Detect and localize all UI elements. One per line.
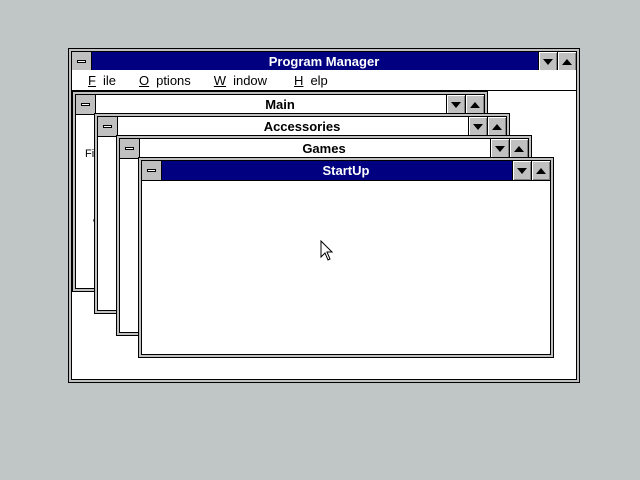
accessories-titlebar[interactable]: Accessories — [98, 117, 506, 137]
minimize-icon — [473, 123, 483, 130]
program-manager-title: Program Manager — [268, 54, 380, 69]
maximize-button[interactable] — [557, 52, 576, 71]
system-menu-icon[interactable] — [98, 117, 118, 136]
main-titlebar[interactable]: Main — [76, 95, 484, 115]
maximize-button[interactable] — [465, 95, 484, 114]
menu-window[interactable]: Window — [206, 73, 267, 88]
minimize-button[interactable] — [468, 117, 487, 136]
maximize-icon — [492, 123, 502, 130]
maximize-icon — [514, 145, 524, 152]
minimize-icon — [495, 145, 505, 152]
group-window-startup[interactable]: StartUp — [138, 157, 554, 358]
system-menu-icon[interactable] — [120, 139, 140, 158]
menu-file[interactable]: File — [80, 73, 116, 88]
minimize-button[interactable] — [512, 161, 531, 180]
program-manager-titlebar[interactable]: Program Manager — [72, 52, 576, 72]
minimize-button[interactable] — [538, 52, 557, 71]
startup-title: StartUp — [322, 163, 370, 178]
minimize-icon — [543, 58, 553, 65]
menu-bar: File Options Window Help — [72, 70, 576, 91]
menu-help[interactable]: Help — [286, 73, 328, 88]
games-title: Games — [302, 141, 346, 156]
games-titlebar[interactable]: Games — [120, 139, 528, 159]
maximize-button[interactable] — [487, 117, 506, 136]
system-menu-icon[interactable] — [76, 95, 96, 114]
minimize-icon — [451, 101, 461, 108]
maximize-icon — [562, 58, 572, 65]
minimize-button[interactable] — [490, 139, 509, 158]
main-peek-icon-label[interactable]: Fi — [85, 148, 94, 160]
minimize-button[interactable] — [446, 95, 465, 114]
main-title: Main — [265, 97, 295, 112]
maximize-button[interactable] — [509, 139, 528, 158]
startup-titlebar[interactable]: StartUp — [142, 161, 550, 181]
minimize-icon — [517, 167, 527, 174]
system-menu-icon[interactable] — [72, 52, 92, 71]
menu-options[interactable]: Options — [131, 73, 191, 88]
maximize-button[interactable] — [531, 161, 550, 180]
mouse-pointer-icon — [320, 240, 334, 261]
maximize-icon — [536, 167, 546, 174]
maximize-icon — [470, 101, 480, 108]
accessories-title: Accessories — [263, 119, 341, 134]
system-menu-icon[interactable] — [142, 161, 162, 180]
